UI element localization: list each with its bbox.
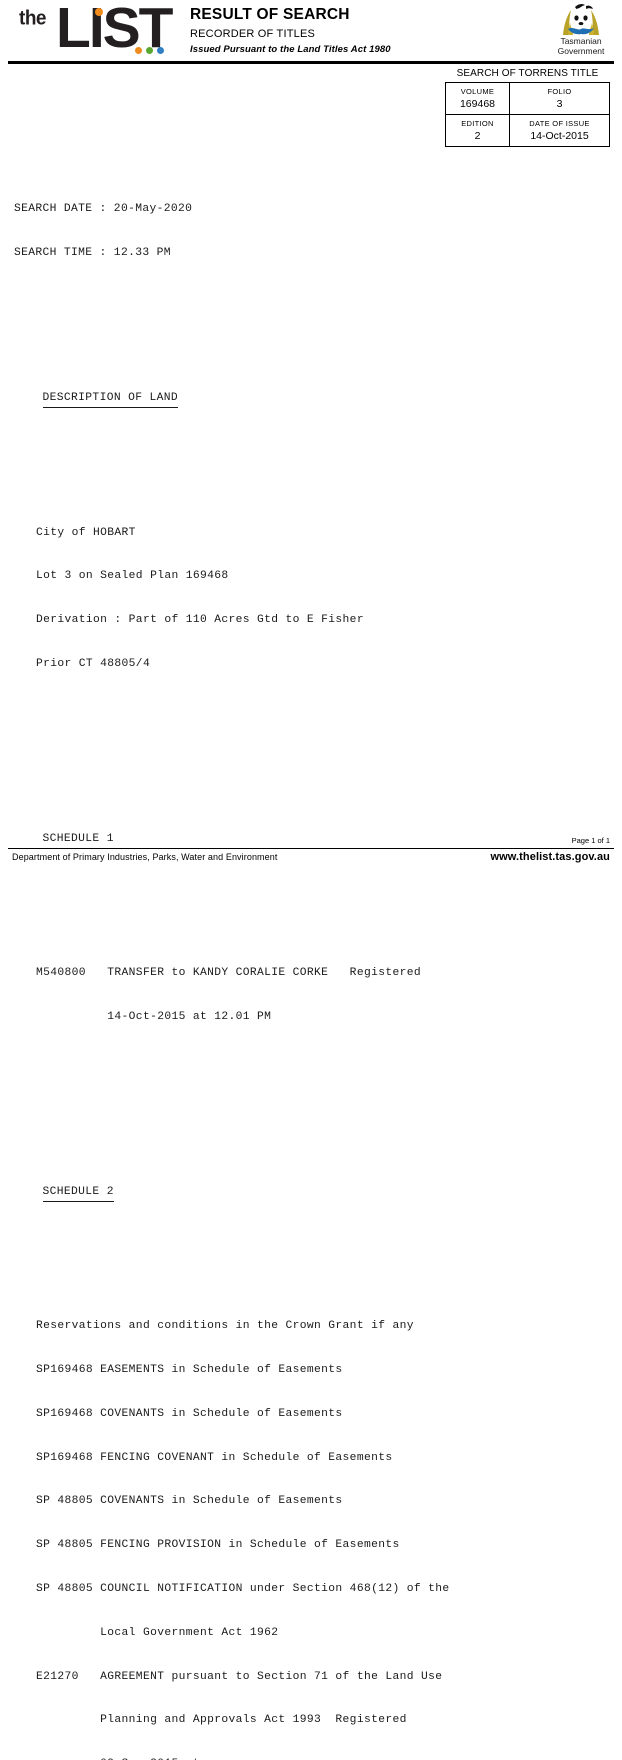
folio-header: FOLIO bbox=[509, 82, 610, 97]
page-subtitle: RECORDER OF TITLES bbox=[190, 28, 316, 40]
search-time-line: SEARCH TIME : 12.33 PM bbox=[14, 246, 171, 259]
schedule-2-line: SP 48805 FENCING PROVISION in Schedule o… bbox=[36, 1539, 400, 1552]
tasmanian-government-logo: Tasmanian Government bbox=[548, 2, 614, 56]
date-of-issue-header: DATE OF ISSUE bbox=[509, 114, 610, 129]
page-title: RESULT OF SEARCH bbox=[190, 6, 350, 23]
volume-header: VOLUME bbox=[445, 82, 510, 97]
department-name: Department of Primary Industries, Parks,… bbox=[12, 852, 278, 862]
table-row: VOLUME FOLIO bbox=[445, 82, 610, 97]
description-line: Prior CT 48805/4 bbox=[36, 658, 151, 670]
schedule-2-line: E21270 AGREEMENT pursuant to Section 71 … bbox=[36, 1670, 443, 1683]
description-line: Lot 3 on Sealed Plan 169468 bbox=[36, 570, 229, 583]
tasmanian-crest-icon bbox=[558, 2, 604, 36]
header-divider bbox=[8, 61, 614, 64]
schedule-2-line: Local Government Act 1962 bbox=[36, 1626, 279, 1639]
schedule-1-line: M540800 TRANSFER to KANDY CORALIE CORKE … bbox=[36, 967, 421, 980]
schedule-2-heading: SCHEDULE 2 bbox=[42, 1185, 114, 1202]
edition-value: 2 bbox=[445, 129, 510, 147]
page-legal-note: Issued Pursuant to the Land Titles Act 1… bbox=[190, 44, 391, 55]
schedule-2-line: 09-Sep-2015 at noon bbox=[36, 1757, 610, 1760]
schedule-2-line: SP169468 FENCING COVENANT in Schedule of… bbox=[36, 1451, 393, 1464]
document-footer: Page 1 of 1 Department of Primary Indust… bbox=[0, 836, 622, 880]
schedule-2-line: SP169468 COVENANTS in Schedule of Easeme… bbox=[36, 1407, 343, 1420]
description-line: Derivation : Part of 110 Acres Gtd to E … bbox=[36, 614, 364, 627]
torrens-title-block: SEARCH OF TORRENS TITLE VOLUME FOLIO 169… bbox=[445, 68, 610, 147]
torrens-title-table: VOLUME FOLIO 169468 3 EDITION DATE OF IS… bbox=[445, 82, 610, 147]
description-of-land-heading: DESCRIPTION OF LAND bbox=[42, 391, 178, 408]
the-list-logo: the LIST bbox=[14, 0, 174, 60]
description-line: City of HOBART bbox=[36, 526, 136, 539]
logo-i-dot-icon bbox=[95, 8, 103, 16]
logo-the-text: the bbox=[19, 7, 47, 30]
schedule-1-line: 14-Oct-2015 at 12.01 PM bbox=[36, 1011, 272, 1024]
schedule-2-section: SCHEDULE 2 bbox=[14, 1170, 610, 1217]
document-body: SEARCH DATE : 20-May-2020 SEARCH TIME : … bbox=[14, 158, 610, 1760]
schedule-2-line: SP169468 EASEMENTS in Schedule of Easeme… bbox=[36, 1364, 343, 1377]
table-row: 169468 3 bbox=[445, 97, 610, 115]
table-row: EDITION DATE OF ISSUE bbox=[445, 114, 610, 129]
search-date-line: SEARCH DATE : 20-May-2020 bbox=[14, 202, 193, 215]
logo-trailing-dots-icon bbox=[135, 47, 164, 54]
date-of-issue-value: 14-Oct-2015 bbox=[509, 129, 610, 147]
folio-value: 3 bbox=[509, 97, 610, 115]
document-header: the LIST RESULT OF SEARCH RECORDER OF TI… bbox=[0, 0, 622, 64]
edition-header: EDITION bbox=[445, 114, 510, 129]
schedule-2-line: SP 48805 COUNCIL NOTIFICATION under Sect… bbox=[36, 1583, 450, 1596]
schedule-2-line: SP 48805 COVENANTS in Schedule of Easeme… bbox=[36, 1495, 343, 1508]
schedule-2-line: Reservations and conditions in the Crown… bbox=[36, 1320, 414, 1333]
volume-value: 169468 bbox=[445, 97, 510, 115]
schedule-2-line: Planning and Approvals Act 1993 Register… bbox=[36, 1714, 407, 1727]
page-number: Page 1 of 1 bbox=[571, 836, 610, 845]
header-title-block: RESULT OF SEARCH RECORDER OF TITLES Issu… bbox=[190, 6, 520, 55]
website-url[interactable]: www.thelist.tas.gov.au bbox=[490, 851, 610, 863]
logo-dot-orange-icon bbox=[135, 47, 142, 54]
description-of-land-section: DESCRIPTION OF LAND bbox=[14, 377, 610, 424]
table-row: 2 14-Oct-2015 bbox=[445, 129, 610, 147]
logo-dot-blue-icon bbox=[157, 47, 164, 54]
torrens-caption: SEARCH OF TORRENS TITLE bbox=[456, 68, 599, 79]
logo-dot-green-icon bbox=[146, 47, 153, 54]
crest-line-2: Government bbox=[557, 45, 605, 56]
footer-divider bbox=[8, 848, 614, 849]
